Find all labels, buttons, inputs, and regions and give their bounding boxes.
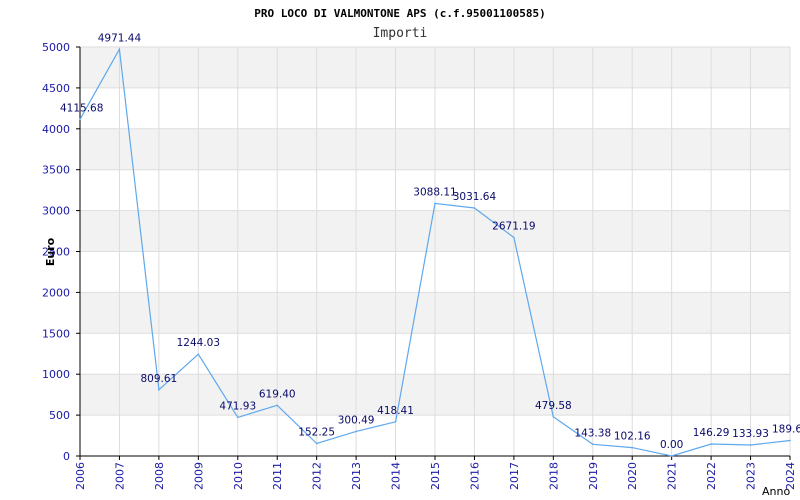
y-tick-label: 1000 bbox=[42, 368, 70, 381]
y-tick-label: 0 bbox=[63, 450, 70, 463]
data-label: 2671.19 bbox=[492, 220, 535, 232]
data-point bbox=[394, 420, 397, 423]
x-tick-label: 2009 bbox=[192, 462, 205, 490]
data-point bbox=[197, 353, 200, 356]
x-tick-label: 2008 bbox=[153, 462, 166, 490]
data-point bbox=[710, 443, 712, 445]
data-label: 619.40 bbox=[259, 388, 296, 400]
data-point bbox=[79, 118, 81, 121]
x-tick-label: 2013 bbox=[350, 462, 363, 490]
data-point bbox=[315, 442, 318, 445]
data-label: 4115.68 bbox=[60, 102, 103, 114]
x-axis-label: Anno bbox=[762, 485, 790, 498]
x-tick-label: 2016 bbox=[468, 462, 481, 490]
data-label: 809.61 bbox=[141, 373, 178, 385]
x-tick-label: 2011 bbox=[271, 462, 284, 490]
y-tick-label: 5000 bbox=[42, 41, 70, 54]
x-tick-label: 2022 bbox=[705, 462, 718, 490]
data-label: 479.58 bbox=[535, 400, 572, 412]
data-point bbox=[355, 430, 357, 433]
data-point bbox=[591, 443, 594, 446]
x-axis-ticks: 2006 2007 2008 2009 2010 2011 2012 2013 2014 2015… bbox=[74, 462, 797, 490]
x-tick-label: 2021 bbox=[666, 462, 679, 490]
data-label: 3031.64 bbox=[453, 191, 497, 203]
data-label: 418.41 bbox=[377, 405, 414, 417]
data-point bbox=[236, 416, 239, 419]
data-label: 471.93 bbox=[219, 400, 256, 412]
y-tick-label: 4000 bbox=[42, 123, 70, 136]
y-axis-label: Euro bbox=[44, 237, 57, 266]
x-tick-label: 2007 bbox=[113, 462, 126, 490]
data-point bbox=[276, 404, 279, 407]
data-label: 1244.03 bbox=[177, 337, 220, 349]
x-tick-label: 2010 bbox=[232, 462, 245, 490]
data-point bbox=[434, 202, 436, 205]
data-label: 143.38 bbox=[574, 427, 611, 439]
chart-subtitle: Importi bbox=[373, 26, 428, 41]
data-point bbox=[552, 415, 555, 418]
x-tick-label: 2018 bbox=[547, 462, 560, 490]
data-label: 3088.11 bbox=[413, 186, 456, 198]
x-tick-label: 2006 bbox=[74, 462, 87, 490]
x-tick-label: 2017 bbox=[508, 462, 521, 490]
chart-title: PRO LOCO DI VALMONTONE APS (c.f.95001100… bbox=[254, 7, 545, 20]
y-tick-label: 2000 bbox=[42, 286, 70, 299]
x-tick-label: 2014 bbox=[390, 462, 403, 490]
data-point bbox=[473, 207, 476, 209]
data-label: 4971.44 bbox=[98, 32, 142, 44]
x-tick-label: 2019 bbox=[587, 462, 600, 490]
x-tick-label: 2012 bbox=[311, 462, 324, 490]
chart-container: 0 500 1000 1500 2000 2500 3000 3500 4000 4500 5000… bbox=[0, 0, 800, 500]
x-tick-label: 2015 bbox=[429, 462, 442, 490]
y-tick-label: 500 bbox=[49, 409, 70, 422]
data-label: 102.16 bbox=[614, 431, 651, 443]
data-point bbox=[631, 446, 634, 449]
x-tick-label: 2020 bbox=[626, 462, 639, 490]
data-point bbox=[158, 388, 160, 391]
data-label: 152.25 bbox=[298, 427, 335, 439]
data-point bbox=[749, 444, 752, 446]
y-tick-label: 1500 bbox=[42, 327, 70, 340]
data-point bbox=[118, 48, 121, 51]
data-label: 133.93 bbox=[732, 428, 769, 440]
y-tick-label: 3000 bbox=[42, 205, 70, 218]
line-chart: 0500100015002000250030003500400045005000… bbox=[42, 7, 800, 498]
data-point bbox=[513, 236, 515, 239]
data-point bbox=[670, 455, 673, 457]
x-tick-label: 2023 bbox=[745, 462, 758, 490]
data-label: 0.00 bbox=[660, 439, 683, 451]
data-label: 189.67 bbox=[772, 423, 800, 435]
data-label: 300.49 bbox=[338, 414, 375, 426]
y-tick-label: 3500 bbox=[42, 164, 70, 177]
y-tick-label: 4500 bbox=[42, 82, 70, 95]
data-label: 146.29 bbox=[693, 427, 730, 439]
data-point bbox=[789, 439, 791, 442]
